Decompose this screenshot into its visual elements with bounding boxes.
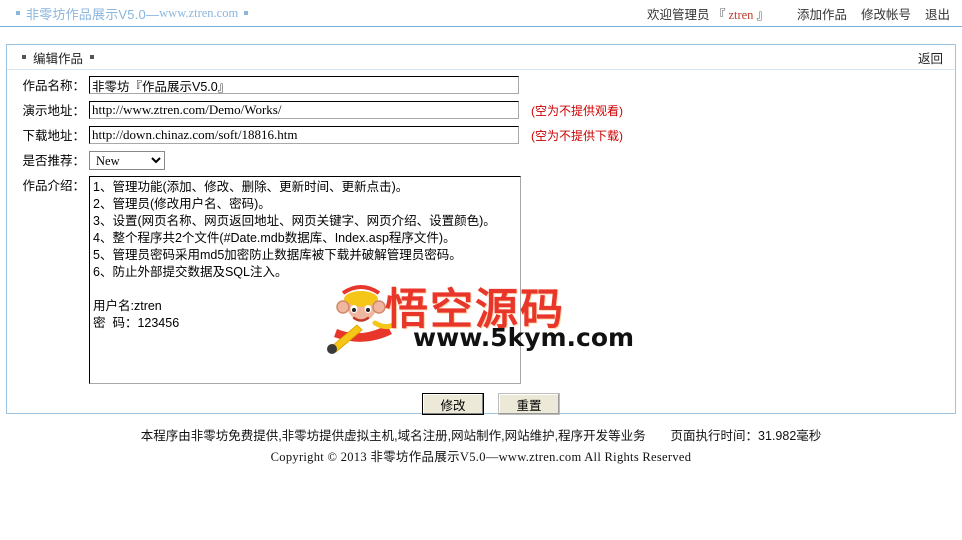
- top-title-bar: 非零坊作品展示V5.0— www.ztren.com 欢迎管理员 『ztren』…: [0, 0, 962, 27]
- back-link[interactable]: 返回: [918, 48, 943, 67]
- footer-copyright: Copyright © 2013 非零坊作品展示V5.0—www.ztren.c…: [270, 450, 692, 464]
- demo-url-input[interactable]: [89, 101, 519, 119]
- site-title-cn: 非零坊作品展示V5.0—: [26, 6, 160, 22]
- work-name-input[interactable]: [89, 76, 519, 94]
- intro-textarea[interactable]: 1、管理功能(添加、修改、删除、更新时间、更新点击)。 2、管理员(修改用户名、…: [89, 176, 521, 384]
- bullet-square-dark-icon-2: [90, 55, 95, 59]
- add-work-link[interactable]: 添加作品: [797, 4, 847, 23]
- edit-work-form: 作品名称： 演示地址： (空为不提供观看) 下载地址： (空为不提供下载) 是否…: [7, 70, 955, 415]
- site-title-en: www.ztren.com: [159, 5, 239, 20]
- recommend-label: 是否推荐：: [22, 154, 85, 168]
- demo-url-label: 演示地址：: [22, 104, 85, 118]
- footer-exec-time: 页面执行时间：31.982毫秒: [670, 429, 822, 443]
- form-row-recommend: 是否推荐： New: [7, 151, 955, 171]
- form-row-download-url: 下载地址： (空为不提供下载): [7, 126, 955, 146]
- welcome-prefix: 欢迎管理员 『: [646, 7, 726, 22]
- work-name-label: 作品名称：: [22, 79, 85, 93]
- welcome-text: 欢迎管理员 『ztren』: [647, 4, 769, 23]
- welcome-suffix: 』: [756, 7, 769, 22]
- footer-description: 本程序由非零坊免费提供,非零坊提供虚拟主机,域名注册,网站制作,网站维护,程序开…: [140, 429, 646, 443]
- header-spacer: [0, 27, 962, 44]
- current-user: ztren: [728, 7, 754, 22]
- edit-work-panel: 编辑作品 返回 作品名称： 演示地址： (空为不提供观看) 下载地址： (空为不…: [6, 44, 956, 415]
- edit-account-link[interactable]: 修改帐号: [861, 4, 911, 23]
- download-url-label: 下载地址：: [22, 129, 85, 143]
- footer-line-1: 本程序由非零坊免费提供,非零坊提供虚拟主机,域名注册,网站制作,网站维护,程序开…: [0, 426, 962, 447]
- form-row-demo-url: 演示地址： (空为不提供观看): [7, 101, 955, 121]
- reset-button[interactable]: 重置: [498, 393, 560, 415]
- form-row-name: 作品名称：: [7, 76, 955, 96]
- panel-heading: 编辑作品: [15, 48, 101, 67]
- download-url-input[interactable]: [89, 126, 519, 144]
- site-title: 非零坊作品展示V5.0— www.ztren.com: [10, 4, 254, 23]
- form-buttons: 修改 重置: [7, 393, 955, 415]
- bullet-square-icon: [16, 11, 20, 15]
- panel-header: 编辑作品 返回: [7, 45, 955, 70]
- panel-title: 编辑作品: [33, 51, 84, 66]
- demo-url-hint: (空为不提供观看): [531, 104, 623, 118]
- bullet-square-icon-2: [244, 11, 249, 15]
- recommend-select[interactable]: New: [89, 151, 165, 170]
- download-url-hint: (空为不提供下载): [531, 129, 623, 143]
- top-navigation: 欢迎管理员 『ztren』 添加作品 修改帐号 退出: [647, 4, 950, 23]
- submit-button[interactable]: 修改: [422, 393, 484, 415]
- form-row-intro: 作品介绍： 1、管理功能(添加、修改、删除、更新时间、更新点击)。 2、管理员(…: [7, 176, 955, 384]
- bullet-square-dark-icon: [22, 55, 26, 59]
- page-footer: 本程序由非零坊免费提供,非零坊提供虚拟主机,域名注册,网站制作,网站维护,程序开…: [0, 414, 962, 468]
- logout-link[interactable]: 退出: [925, 4, 950, 23]
- intro-label: 作品介绍：: [22, 179, 85, 193]
